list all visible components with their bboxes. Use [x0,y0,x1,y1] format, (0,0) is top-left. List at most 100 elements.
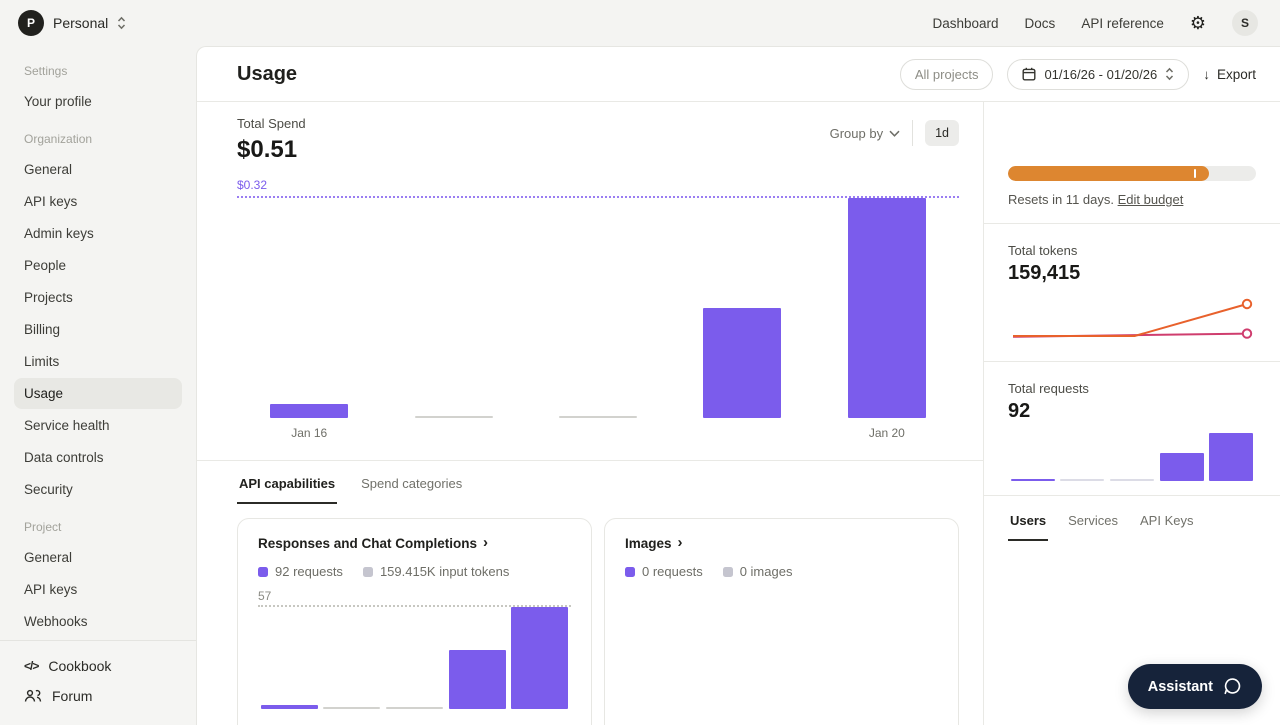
tab-api-capabilities[interactable]: API capabilities [237,463,337,504]
header-controls: All projects 01/16/26 - 01/20/26 ↓ Expor… [900,59,1256,90]
project-filter-button[interactable]: All projects [900,59,994,90]
spend-bar-chart: Jan 16Jan 20 [237,196,959,440]
date-range-label: 01/16/26 - 01/20/26 [1044,67,1157,82]
legend-label: 159.415K input tokens [380,564,509,579]
bar-slot [1008,433,1058,481]
right-column: Resets in 11 days. Edit budget Total tok… [983,102,1280,725]
legend-item: 159.415K input tokens [363,564,509,579]
user-avatar[interactable]: S [1232,10,1258,36]
tab-users[interactable]: Users [1008,500,1048,541]
total-tokens-value: 159,415 [1008,262,1256,285]
group-by-dropdown[interactable]: Group by [830,126,900,141]
bar [270,404,348,418]
bar [386,707,443,709]
bar-slot [446,607,509,709]
sidebar-section-header: Project [14,506,182,542]
card-title-text: Responses and Chat Completions [258,536,477,551]
group-by-label: Group by [830,126,883,141]
sidebar-item-billing[interactable]: Billing [14,314,182,345]
sidebar-item-api-keys[interactable]: API keys [14,574,182,605]
legend-item: 0 requests [625,564,703,579]
bar-slot [815,198,959,418]
bar [1110,479,1154,481]
bar-slot [1157,433,1207,481]
sidebar-item-api-keys[interactable]: API keys [14,186,182,217]
top-bar: P Personal DashboardDocsAPI reference ⚙ … [0,0,1280,46]
x-axis-label [670,426,814,440]
sidebar-item-general[interactable]: General [14,154,182,185]
sidebar-item-admin-keys[interactable]: Admin keys [14,218,182,249]
sidebar-item-your-profile[interactable]: Your profile [14,86,182,117]
sidebar-footer-forum[interactable]: Forum [14,681,182,711]
bar [323,707,380,709]
bar-slot [321,607,384,709]
budget-line-label: $0.32 [237,178,959,192]
sidebar-item-projects[interactable]: Projects [14,282,182,313]
chevron-right-icon: › [483,535,488,550]
bar-slot [1107,433,1157,481]
bar-slot [526,198,670,418]
total-tokens-label: Total tokens [1008,243,1256,258]
shell: SettingsYour profileOrganizationGeneralA… [0,46,1280,725]
sidebar-item-usage[interactable]: Usage [14,378,182,409]
bar-slot [508,607,571,709]
sidebar-footer: </>Cookbook Forum [0,640,196,725]
budget-progress-bar [1008,166,1256,181]
legend-item: 92 requests [258,564,343,579]
sidebar-item-people[interactable]: People [14,250,182,281]
gear-icon[interactable]: ⚙ [1190,14,1206,32]
budget-reset-caption: Resets in 11 days. [1008,192,1114,207]
page-title: Usage [237,63,297,86]
edit-budget-link[interactable]: Edit budget [1118,192,1184,207]
card-title-link[interactable]: Images› [625,536,938,551]
sidebar-item-data-controls[interactable]: Data controls [14,442,182,473]
bar [511,607,568,709]
app-root: P Personal DashboardDocsAPI reference ⚙ … [0,0,1280,725]
sidebar-item-service-health[interactable]: Service health [14,410,182,441]
export-label: Export [1217,67,1256,82]
nav-link-docs[interactable]: Docs [1025,16,1056,31]
bar-slot [383,607,446,709]
sidebar-item-webhooks[interactable]: Webhooks [14,606,182,637]
date-range-picker[interactable]: 01/16/26 - 01/20/26 [1007,59,1189,90]
bar [1011,479,1055,481]
panel-body: Total Spend $0.51 Group by 1d $0. [197,102,1280,725]
chevron-down-icon [889,130,900,137]
bar [1060,479,1104,481]
legend-swatch-purple [258,567,268,577]
tokens-line-chart [1008,293,1257,347]
divider [912,120,913,146]
tab-spend-categories[interactable]: Spend categories [359,463,464,504]
sidebar-item-limits[interactable]: Limits [14,346,182,377]
x-axis-label [381,426,525,440]
code-icon: </> [24,659,38,673]
people-icon [24,689,42,703]
sidebar-item-security[interactable]: Security [14,474,182,505]
usage-panel: Usage All projects 01/16/26 - 01/20/26 ↓… [196,46,1280,725]
nav-link-api-reference[interactable]: API reference [1081,16,1164,31]
nav-link-dashboard[interactable]: Dashboard [933,16,999,31]
bar [559,416,637,418]
assistant-button[interactable]: Assistant [1128,664,1262,709]
spend-x-axis-labels: Jan 16Jan 20 [237,426,959,440]
card-title-link[interactable]: Responses and Chat Completions › [258,536,571,551]
legend-label: 0 requests [642,564,703,579]
tab-services[interactable]: Services [1066,500,1120,541]
chevron-updown-icon [117,16,126,30]
panel-header: Usage All projects 01/16/26 - 01/20/26 ↓… [197,47,1280,102]
interval-1d-button[interactable]: 1d [925,120,959,146]
export-button[interactable]: ↓ Export [1203,67,1256,82]
sidebar-footer-cookbook[interactable]: </>Cookbook [14,651,182,681]
total-requests-label: Total requests [1008,381,1256,396]
legend-swatch-gray [723,567,733,577]
workspace-avatar: P [18,10,44,36]
bar-slot [381,198,525,418]
sidebar-footer-label: Forum [52,688,92,704]
budget-threshold-tick [1194,169,1196,178]
workspace-switcher[interactable]: P Personal [18,10,126,36]
capability-card-responses: Responses and Chat Completions › 92 reques… [237,518,592,725]
sidebar: SettingsYour profileOrganizationGeneralA… [0,46,196,725]
sidebar-item-general[interactable]: General [14,542,182,573]
tab-api-keys[interactable]: API Keys [1138,500,1195,541]
x-axis-label: Jan 16 [237,426,381,440]
